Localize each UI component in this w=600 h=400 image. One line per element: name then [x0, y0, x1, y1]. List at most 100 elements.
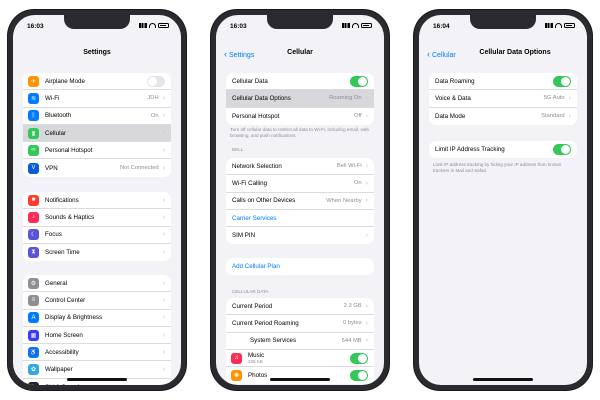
data-options-group: Data Roaming Voice & Data 5G Auto › Data Mod… [429, 73, 577, 125]
row-personal-hotspot[interactable]: Personal Hotspot Off › [226, 108, 374, 125]
chevron-right-icon: › [568, 112, 571, 120]
signal-icon [139, 23, 147, 28]
row-cellular-data-options[interactable]: Cellular Data Options Roaming On › [226, 90, 374, 108]
row-screen-time[interactable]: ⧗ Screen Time › [23, 244, 171, 261]
phone-settings: 16:03 Settings ✈ Airplane Mode ≋ Wi-Fi JDH › ᛒ… [8, 10, 186, 390]
row-value: 2.3 GB [343, 303, 362, 310]
row-data-mode[interactable]: Data Mode Standard › [429, 108, 577, 125]
row-label: Personal Hotspot [232, 112, 280, 120]
row-control-center[interactable]: ≡ Control Center › [23, 292, 171, 310]
row-cellular[interactable]: ▮ Cellular › [23, 124, 171, 143]
battery-icon [361, 23, 372, 28]
row-personal-hotspot[interactable]: ∞ Personal Hotspot › [23, 142, 171, 160]
row-notifications[interactable]: ■ Notifications › [23, 192, 171, 210]
row-music[interactable]: ♫ Music 328 KB [226, 350, 374, 368]
row-label: Airplane Mode [45, 77, 85, 85]
notch [470, 15, 536, 29]
notifications-icon: ■ [28, 194, 39, 206]
chevron-right-icon: › [365, 197, 368, 205]
row-label: Current Period [232, 302, 273, 310]
toggle-switch[interactable] [553, 75, 571, 87]
row-label: Focus [45, 231, 62, 239]
back-button[interactable]: ‹ Cellular [427, 49, 456, 59]
row-sublabel: 328 KB [248, 359, 263, 365]
home-indicator[interactable] [473, 378, 533, 381]
row-label: Voice & Data [435, 94, 471, 102]
row-network-selection[interactable]: Network Selection Bell Wi-Fi › [226, 158, 374, 176]
home-indicator[interactable] [67, 378, 127, 381]
chevron-right-icon: › [162, 94, 165, 102]
home-indicator[interactable] [270, 378, 330, 381]
general-icon: ⚙ [28, 277, 39, 289]
accessibility-icon: ♿ [28, 346, 39, 358]
row-system-services[interactable]: System Services 544 MB › [226, 333, 374, 350]
row-label: Current Period Roaming [232, 319, 299, 327]
toggle-switch[interactable] [553, 144, 571, 156]
row-label: System Services [250, 337, 297, 345]
row-vpn[interactable]: V VPN Not Connected › [23, 159, 171, 176]
back-button[interactable]: ‹ Settings [224, 49, 254, 59]
row-cellular-data[interactable]: Cellular Data [226, 73, 374, 91]
row-label: Wi-Fi [45, 94, 60, 102]
toggle-switch[interactable] [147, 75, 165, 87]
chevron-right-icon: › [162, 112, 165, 120]
row-data-roaming[interactable]: Data Roaming [429, 73, 577, 91]
row-focus[interactable]: ☾ Focus › [23, 227, 171, 244]
screen-cellular: 16:03 ‹ Settings Cellular Cellular Data Ce… [216, 15, 384, 385]
row-carrier-services[interactable]: Carrier Services [226, 210, 374, 228]
toggle-switch[interactable] [350, 370, 368, 382]
row-wi-fi-calling[interactable]: Wi-Fi Calling On › [226, 175, 374, 193]
toggle-switch[interactable] [350, 75, 368, 87]
cellular-icon: ▮ [28, 127, 39, 139]
row-label: Accessibility [45, 348, 79, 356]
ip-tracking-note: Limit IP address tracking by hiding your… [433, 162, 562, 173]
wallpaper-icon: ✿ [28, 364, 39, 376]
add-cellular-plan-button[interactable]: Add Cellular Plan [226, 258, 374, 275]
row-label: Wi-Fi Calling [232, 179, 268, 187]
row-value: Bell Wi-Fi [336, 163, 362, 170]
status-time: 16:03 [27, 23, 44, 30]
row-label: Limit IP Address Tracking [435, 146, 505, 154]
row-current-period-roaming[interactable]: Current Period Roaming 0 bytes › [226, 315, 374, 333]
row-value: Off [354, 113, 362, 120]
row-wallpaper[interactable]: ✿ Wallpaper › [23, 361, 171, 379]
row-value: JDH [147, 95, 159, 102]
row-value: Roaming On [329, 95, 362, 102]
hotspot-icon: ∞ [28, 144, 39, 156]
row-general[interactable]: ⚙ General › [23, 275, 171, 293]
focus-icon: ☾ [28, 229, 39, 241]
row-sim-pin[interactable]: SIM PIN › [226, 227, 374, 244]
row-wi-fi[interactable]: ≋ Wi-Fi JDH › [23, 90, 171, 108]
section-header-cellular-data: CELLULAR DATA [232, 289, 269, 294]
row-voice-and-data[interactable]: Voice & Data 5G Auto › [429, 90, 577, 108]
chevron-right-icon: › [365, 162, 368, 170]
row-photos[interactable]: ✾ Photos [226, 367, 374, 384]
control-center-icon: ≡ [28, 294, 39, 306]
row-limit-ip-address-tracking[interactable]: Limit IP Address Tracking [429, 141, 577, 158]
toggle-switch[interactable] [350, 352, 368, 364]
wifi-icon: ≋ [28, 92, 39, 104]
row-display-and-brightness[interactable]: A Display & Brightness › [23, 310, 171, 327]
row-label: Screen Time [45, 249, 80, 257]
row-label: Network Selection [232, 162, 282, 170]
chevron-right-icon: › [568, 94, 571, 102]
row-accessibility[interactable]: ♿ Accessibility › [23, 344, 171, 362]
row-calls-on-other-devices[interactable]: Calls on Other Devices When Nearby › [226, 193, 374, 210]
chevron-right-icon: › [162, 366, 165, 374]
chevron-right-icon: › [365, 179, 368, 187]
photos-icon: ✾ [231, 370, 242, 382]
chevron-right-icon: › [365, 112, 368, 120]
row-airplane-mode[interactable]: ✈ Airplane Mode [23, 73, 171, 91]
cellular-group-usage: Current Period 2.3 GB › Current Period Roam… [226, 298, 374, 385]
row-label: Cellular Data Options [232, 94, 291, 102]
row-value: Standard [541, 113, 565, 120]
row-home-screen[interactable]: ▦ Home Screen › [23, 327, 171, 345]
chevron-right-icon: › [162, 196, 165, 204]
screen-time-icon: ⧗ [28, 247, 39, 259]
row-sounds-and-haptics[interactable]: ♪ Sounds & Haptics › [23, 209, 171, 227]
row-current-period[interactable]: Current Period 2.3 GB › [226, 298, 374, 316]
settings-group-general: ⚙ General › ≡ Control Center › A Display & Brig… [23, 275, 171, 385]
chevron-right-icon: › [365, 94, 368, 102]
row-label: Calls on Other Devices [232, 197, 296, 205]
row-bluetooth[interactable]: ᛒ Bluetooth On › [23, 108, 171, 125]
